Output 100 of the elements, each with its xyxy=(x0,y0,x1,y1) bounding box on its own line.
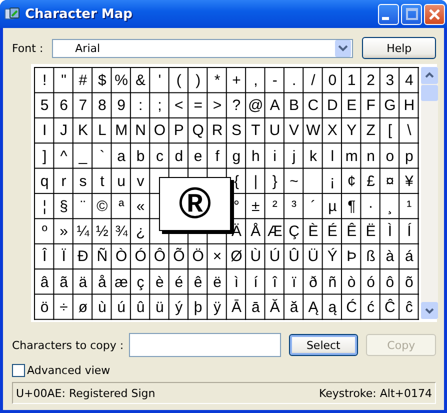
character-cell[interactable]: V xyxy=(284,118,304,144)
character-cell[interactable]: û xyxy=(130,294,150,320)
character-cell[interactable]: ÿ xyxy=(208,294,227,320)
character-cell[interactable]: K xyxy=(73,118,93,144)
character-cell[interactable]: b xyxy=(130,144,150,169)
character-cell[interactable]: S xyxy=(226,118,246,144)
character-cell[interactable]: f xyxy=(208,144,227,169)
character-cell[interactable]: 7 xyxy=(73,93,93,118)
character-cell[interactable]: é xyxy=(169,270,188,295)
character-cell[interactable]: ă xyxy=(284,294,304,320)
character-cell[interactable]: ï xyxy=(284,270,304,295)
select-button[interactable]: Select xyxy=(288,334,358,356)
character-cell[interactable]: Ò xyxy=(112,244,131,270)
character-cell[interactable]: ë xyxy=(208,270,227,295)
character-cell[interactable]: × xyxy=(208,244,227,270)
character-cell[interactable]: , xyxy=(246,68,266,94)
character-cell[interactable]: 9 xyxy=(112,93,131,118)
character-cell[interactable]: ³ xyxy=(284,194,304,220)
character-cell[interactable]: ý xyxy=(169,294,188,320)
character-cell[interactable]: m xyxy=(342,144,362,169)
character-cell[interactable]: G xyxy=(380,93,400,118)
character-cell[interactable]: ± xyxy=(246,194,266,220)
character-cell[interactable]: ß xyxy=(361,244,380,270)
character-cell[interactable]: Ă xyxy=(265,294,284,320)
character-cell[interactable]: T xyxy=(246,118,266,144)
character-cell[interactable]: ä xyxy=(73,270,93,295)
character-cell[interactable]: I xyxy=(35,118,54,144)
character-cell[interactable]: j xyxy=(284,144,304,169)
character-cell[interactable]: Y xyxy=(342,118,362,144)
character-cell[interactable]: î xyxy=(265,270,284,295)
character-cell[interactable]: ø xyxy=(73,294,93,320)
character-cell[interactable]: 6 xyxy=(54,93,74,118)
character-cell[interactable]: ð xyxy=(304,270,323,295)
character-cell[interactable]: H xyxy=(400,93,419,118)
character-cell[interactable]: ¢ xyxy=(342,168,362,194)
character-cell[interactable]: N xyxy=(130,118,150,144)
character-cell[interactable]: c xyxy=(150,144,170,169)
character-cell[interactable]: @ xyxy=(246,93,266,118)
character-cell[interactable]: ? xyxy=(226,93,246,118)
character-cell[interactable]: ¼ xyxy=(73,219,93,244)
character-cell[interactable]: + xyxy=(226,68,246,94)
character-cell[interactable]: X xyxy=(322,118,342,144)
character-cell[interactable]: / xyxy=(304,68,323,94)
character-cell[interactable]: Ê xyxy=(342,219,362,244)
character-cell[interactable]: ¶ xyxy=(342,194,362,220)
character-cell[interactable]: Ï xyxy=(54,244,74,270)
character-cell[interactable]: £ xyxy=(361,168,380,194)
character-cell[interactable]: Ĉ xyxy=(380,294,400,320)
character-cell[interactable]: Ø xyxy=(226,244,246,270)
character-cell[interactable]: ª xyxy=(112,194,131,220)
character-cell[interactable]: ½ xyxy=(92,219,112,244)
character-cell[interactable]: Í xyxy=(400,219,419,244)
character-cell[interactable]: § xyxy=(54,194,74,220)
character-cell[interactable]: \ xyxy=(400,118,419,144)
character-cell[interactable]: ¿ xyxy=(130,219,150,244)
character-cell[interactable]: Þ xyxy=(342,244,362,270)
character-cell[interactable]: ; xyxy=(150,93,170,118)
character-cell[interactable]: u xyxy=(112,168,131,194)
character-cell[interactable]: i xyxy=(265,144,284,169)
character-cell[interactable]: ç xyxy=(130,270,150,295)
character-cell[interactable]: L xyxy=(92,118,112,144)
character-cell[interactable]: < xyxy=(169,93,188,118)
character-cell[interactable]: t xyxy=(92,168,112,194)
character-cell[interactable]: ¨ xyxy=(73,194,93,220)
character-cell[interactable]: U xyxy=(265,118,284,144)
character-cell[interactable]: ò xyxy=(342,270,362,295)
character-cell[interactable]: : xyxy=(130,93,150,118)
character-cell[interactable]: Ë xyxy=(361,219,380,244)
character-cell[interactable]: Ç xyxy=(284,219,304,244)
character-cell[interactable]: ą xyxy=(322,294,342,320)
character-cell[interactable]: h xyxy=(246,144,266,169)
character-cell[interactable]: õ xyxy=(400,270,419,295)
character-cell[interactable]: ~ xyxy=(284,168,304,194)
character-cell[interactable]: 0 xyxy=(322,68,342,94)
character-cell[interactable]: B xyxy=(284,93,304,118)
character-cell[interactable]: à xyxy=(380,244,400,270)
character-cell[interactable]: ĉ xyxy=(400,294,419,320)
character-cell[interactable]: ÷ xyxy=(54,294,74,320)
character-cell[interactable]: Ð xyxy=(73,244,93,270)
character-cell[interactable]: ¡ xyxy=(322,168,342,194)
character-cell[interactable]: É xyxy=(322,219,342,244)
character-cell[interactable]: } xyxy=(265,168,284,194)
character-cell[interactable]: O xyxy=(150,118,170,144)
character-cell[interactable]: & xyxy=(130,68,150,94)
character-cell[interactable]: D xyxy=(322,93,342,118)
character-cell[interactable]: ā xyxy=(246,294,266,320)
character-cell[interactable]: ´ xyxy=(304,194,323,220)
character-cell[interactable]: ê xyxy=(188,270,208,295)
character-cell[interactable]: º xyxy=(35,219,54,244)
character-cell[interactable]: « xyxy=(130,194,150,220)
character-cell[interactable]: Æ xyxy=(265,219,284,244)
character-cell[interactable]: ü xyxy=(150,294,170,320)
character-cell[interactable]: o xyxy=(380,144,400,169)
character-cell[interactable]: 3 xyxy=(380,68,400,94)
character-cell[interactable]: Ô xyxy=(150,244,170,270)
character-cell[interactable]: Î xyxy=(35,244,54,270)
character-cell[interactable]: ) xyxy=(188,68,208,94)
character-cell[interactable]: â xyxy=(35,270,54,295)
character-cell[interactable]: _ xyxy=(73,144,93,169)
character-cell[interactable]: ö xyxy=(35,294,54,320)
